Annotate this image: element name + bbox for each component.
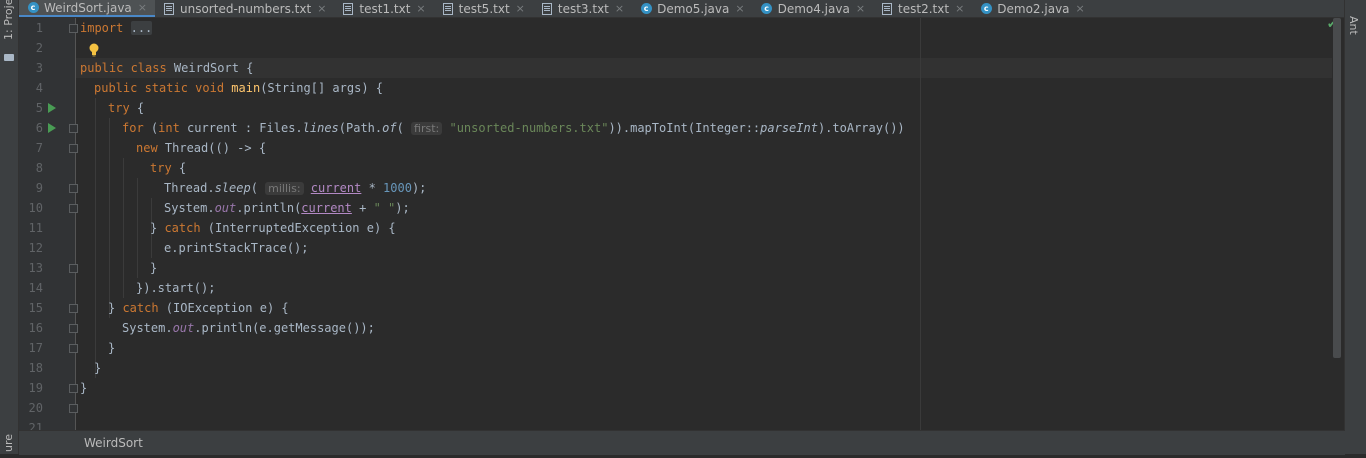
run-gutter-icon[interactable] bbox=[48, 103, 56, 113]
tab-weirdsort-java[interactable]: c WeirdSort.java × bbox=[19, 0, 155, 17]
tab-test2-txt[interactable]: test2.txt × bbox=[873, 0, 972, 17]
caret-row-highlight bbox=[76, 58, 1332, 78]
tab-label: Demo5.java bbox=[657, 1, 730, 16]
code-line-16: }).start(); bbox=[136, 281, 216, 295]
tab-demo2-java[interactable]: c Demo2.java × bbox=[972, 0, 1092, 17]
close-icon[interactable]: × bbox=[1076, 2, 1085, 15]
line-number: 10 bbox=[28, 201, 43, 215]
tab-label: test1.txt bbox=[359, 1, 411, 16]
text-file-icon bbox=[442, 2, 454, 15]
line-number: 7 bbox=[35, 141, 43, 155]
tab-demo5-java[interactable]: c Demo5.java × bbox=[632, 0, 752, 17]
line-number: 6 bbox=[35, 121, 43, 135]
line-number: 12 bbox=[28, 241, 43, 255]
line-number: 18 bbox=[28, 361, 43, 375]
breadcrumb-bar: WeirdSort bbox=[19, 430, 1345, 455]
code-line-20: } bbox=[94, 361, 102, 375]
close-icon[interactable]: × bbox=[615, 2, 624, 15]
line-number: 11 bbox=[28, 221, 43, 235]
line-number: 19 bbox=[28, 381, 43, 395]
breadcrumb[interactable]: WeirdSort bbox=[84, 436, 143, 450]
code-line-21: } bbox=[80, 381, 88, 395]
indent-guide bbox=[137, 178, 138, 278]
run-gutter-icon[interactable] bbox=[48, 123, 56, 133]
code-line-15: } bbox=[150, 261, 158, 275]
tab-label: Demo2.java bbox=[997, 1, 1070, 16]
code-line-11: Thread.sleep( millis: current * 1000); bbox=[164, 181, 427, 195]
code-line-7: try { bbox=[108, 101, 145, 115]
tab-demo4-java[interactable]: c Demo4.java × bbox=[753, 0, 873, 17]
lightbulb-icon[interactable] bbox=[89, 43, 99, 57]
code-line-10: try { bbox=[150, 161, 187, 175]
folded-imports[interactable]: ... bbox=[130, 21, 153, 35]
ant-tool-window-button[interactable]: Ant bbox=[1347, 16, 1360, 35]
java-class-icon: c bbox=[761, 3, 773, 15]
line-number: 1 bbox=[35, 21, 43, 35]
close-icon[interactable]: × bbox=[516, 2, 525, 15]
tab-label: test2.txt bbox=[898, 1, 950, 16]
tab-label: Demo4.java bbox=[777, 1, 850, 16]
code-line-13: } catch (InterruptedException e) { bbox=[150, 221, 396, 235]
code-line-17: } catch (IOException e) { bbox=[108, 301, 289, 315]
tab-label: unsorted-numbers.txt bbox=[180, 1, 312, 16]
text-file-icon bbox=[342, 2, 354, 15]
code-line-18: System.out.println(e.getMessage()); bbox=[122, 321, 375, 335]
line-number: 2 bbox=[35, 41, 43, 55]
line-number: 4 bbox=[35, 81, 43, 95]
left-tool-window-strip: 1: Project ure bbox=[0, 0, 19, 454]
java-class-icon: c bbox=[980, 3, 992, 15]
editor-tab-bar: c WeirdSort.java × unsorted-numbers.txt × tes… bbox=[19, 0, 1345, 18]
tab-label: WeirdSort.java bbox=[44, 0, 132, 15]
line-number: 20 bbox=[28, 401, 43, 415]
project-folder-icon bbox=[4, 54, 14, 61]
close-icon[interactable]: × bbox=[856, 2, 865, 15]
code-line-9: new Thread(() -> { bbox=[136, 141, 267, 155]
right-tool-window-strip: Ant bbox=[1344, 0, 1366, 454]
code-line-12: System.out.println(current + " "); bbox=[164, 201, 410, 215]
line-number: 17 bbox=[28, 341, 43, 355]
code-editor[interactable]: import ... public class WeirdSort { publ… bbox=[76, 18, 1332, 430]
java-class-icon: c bbox=[27, 2, 39, 14]
editor-gutter: 12345678910111213141516171819202122 bbox=[19, 18, 78, 455]
code-line-14: e.printStackTrace(); bbox=[164, 241, 309, 255]
code-line-1: import ... bbox=[80, 21, 153, 35]
tab-unsorted-numbers-txt[interactable]: unsorted-numbers.txt × bbox=[155, 0, 334, 17]
line-number: 5 bbox=[35, 101, 43, 115]
code-line-5: public class WeirdSort { bbox=[80, 61, 254, 75]
line-number: 14 bbox=[28, 281, 43, 295]
indent-guide bbox=[109, 118, 110, 318]
indent-guide bbox=[95, 98, 96, 378]
text-file-icon bbox=[163, 2, 175, 15]
close-icon[interactable]: × bbox=[416, 2, 425, 15]
project-tool-window-button[interactable]: 1: Project bbox=[2, 0, 15, 40]
code-line-6: public static void main(String[] args) { bbox=[94, 81, 384, 95]
line-number: 8 bbox=[35, 161, 43, 175]
close-icon[interactable]: × bbox=[955, 2, 964, 15]
code-line-8: for (int current : Files.lines(Path.of( … bbox=[122, 121, 905, 135]
text-file-icon bbox=[881, 2, 893, 15]
text-file-icon bbox=[541, 2, 553, 15]
line-number: 3 bbox=[35, 61, 43, 75]
close-icon[interactable]: × bbox=[735, 2, 744, 15]
tab-test1-txt[interactable]: test1.txt × bbox=[334, 0, 433, 17]
parameter-hint: millis: bbox=[265, 182, 304, 195]
line-number: 15 bbox=[28, 301, 43, 315]
line-number: 13 bbox=[28, 261, 43, 275]
right-margin-guide bbox=[920, 18, 921, 430]
close-icon[interactable]: × bbox=[317, 2, 326, 15]
line-number: 16 bbox=[28, 321, 43, 335]
close-icon[interactable]: × bbox=[138, 1, 147, 14]
structure-tool-window-button[interactable]: ure bbox=[2, 434, 15, 452]
indent-guide bbox=[123, 158, 124, 298]
line-number: 9 bbox=[35, 181, 43, 195]
vertical-scrollbar[interactable] bbox=[1333, 18, 1341, 358]
tab-label: test5.txt bbox=[458, 1, 510, 16]
tab-label: test3.txt bbox=[557, 1, 609, 16]
tab-test3-txt[interactable]: test3.txt × bbox=[533, 0, 632, 17]
code-line-19: } bbox=[108, 341, 116, 355]
java-class-icon: c bbox=[640, 3, 652, 15]
tab-test5-txt[interactable]: test5.txt × bbox=[434, 0, 533, 17]
parameter-hint: first: bbox=[411, 122, 443, 135]
